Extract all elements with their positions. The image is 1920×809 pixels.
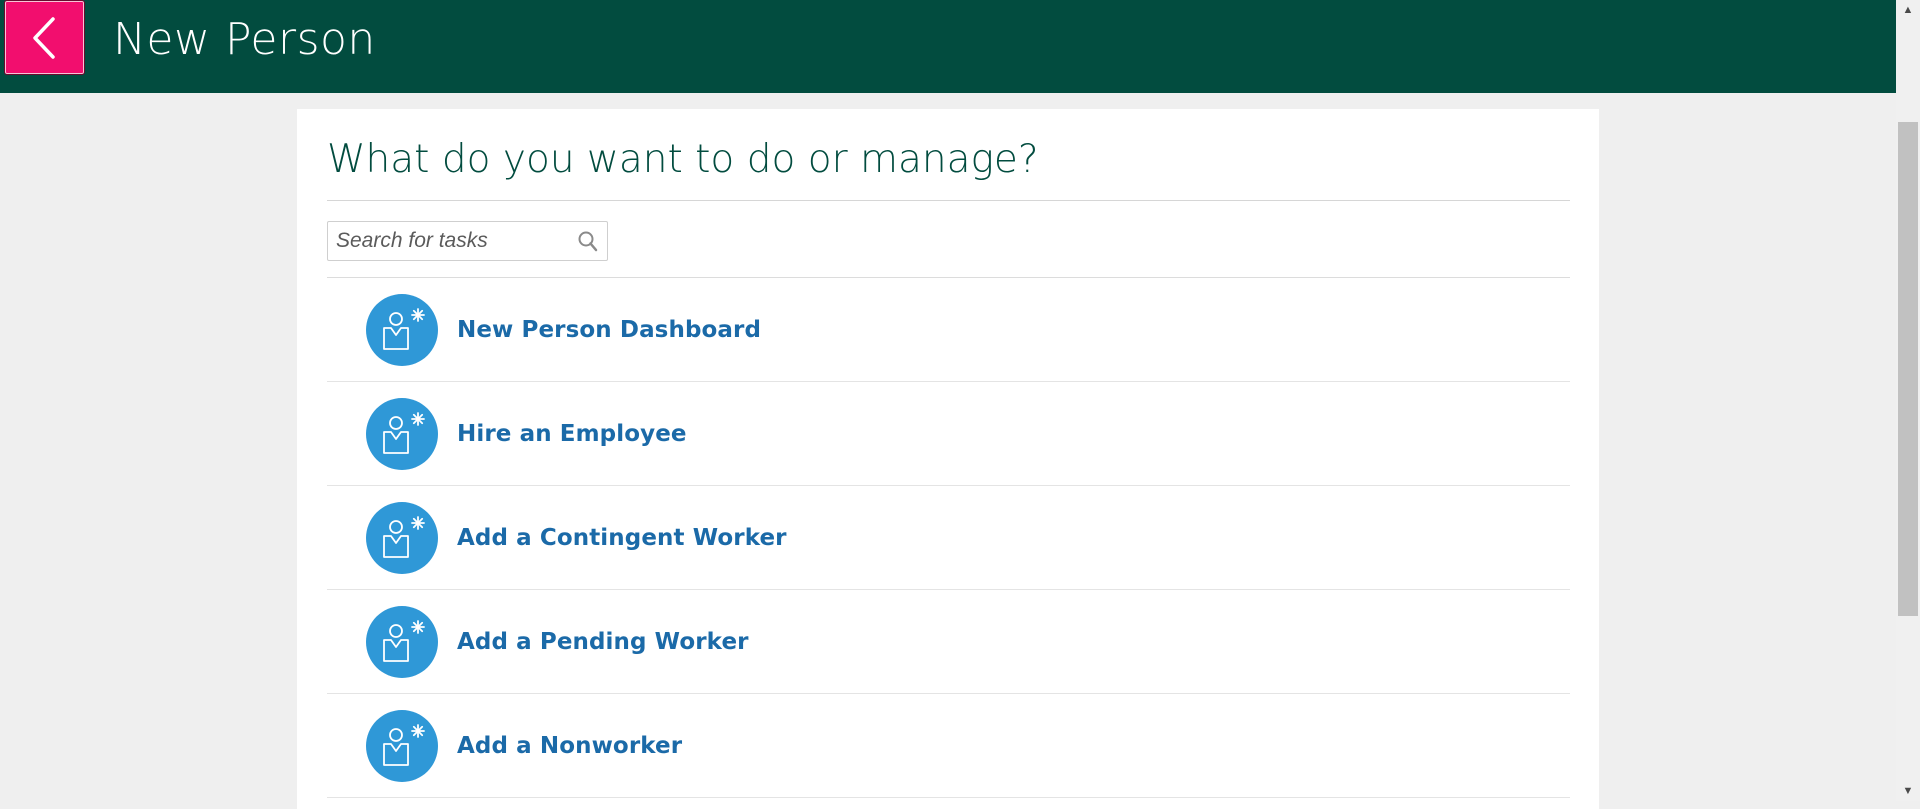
chevron-left-icon xyxy=(33,17,55,59)
vertical-scrollbar[interactable]: ▲ ▼ xyxy=(1896,0,1920,801)
search-field xyxy=(327,221,608,261)
back-button[interactable] xyxy=(4,0,85,75)
task-item-add-nonworker[interactable]: Add a Nonworker xyxy=(327,694,1570,798)
new-person-icon xyxy=(366,294,438,366)
task-panel: What do you want to do or manage? New Pe… xyxy=(297,109,1599,809)
page-title: New Person xyxy=(113,14,376,65)
new-person-icon xyxy=(366,398,438,470)
task-item-hire-employee[interactable]: Hire an Employee xyxy=(327,382,1570,486)
task-item-add-pending-worker[interactable]: Add a Pending Worker xyxy=(327,590,1570,694)
search-input[interactable] xyxy=(328,222,566,260)
task-item-new-person-dashboard[interactable]: New Person Dashboard xyxy=(327,278,1570,382)
task-label[interactable]: Hire an Employee xyxy=(457,421,687,447)
task-label[interactable]: Add a Contingent Worker xyxy=(457,525,787,551)
task-item-add-contingent-worker[interactable]: Add a Contingent Worker xyxy=(327,486,1570,590)
task-label[interactable]: Add a Pending Worker xyxy=(457,629,749,655)
scroll-up-arrow-icon[interactable]: ▲ xyxy=(1896,0,1920,20)
search-icon[interactable] xyxy=(577,230,599,252)
scroll-down-arrow-icon[interactable]: ▼ xyxy=(1896,781,1920,801)
new-person-icon xyxy=(366,606,438,678)
panel-heading: What do you want to do or manage? xyxy=(327,137,1039,182)
app-header: New Person xyxy=(0,0,1896,93)
divider xyxy=(327,200,1570,201)
task-label[interactable]: Add a Nonworker xyxy=(457,733,682,759)
task-list: New Person Dashboard Hire an Employee Ad… xyxy=(327,278,1570,798)
task-label[interactable]: New Person Dashboard xyxy=(457,317,761,343)
new-person-icon xyxy=(366,502,438,574)
scrollbar-thumb[interactable] xyxy=(1898,122,1918,616)
new-person-icon xyxy=(366,710,438,782)
